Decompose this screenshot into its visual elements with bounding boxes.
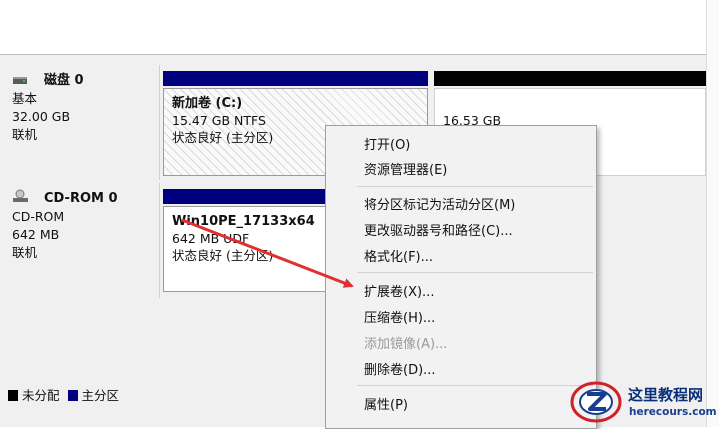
legend-swatch-unallocated xyxy=(8,390,18,401)
cdrom-0-info[interactable]: CD-ROM 0 CD-ROM 642 MB 联机 xyxy=(0,183,160,298)
menu-item-format[interactable]: 格式化(F)... xyxy=(364,246,433,265)
legend-swatch-primary xyxy=(67,390,78,401)
volume-list-pane[interactable] xyxy=(0,0,706,55)
disk-type: 基本 xyxy=(12,91,38,106)
menu-item-add-mirror: 添加镜像(A)... xyxy=(364,337,448,352)
watermark-name: 这里教程网 xyxy=(628,386,704,404)
partition-name: 新加卷 (C:) xyxy=(172,96,243,111)
menu-separator xyxy=(357,186,593,187)
menu-item-extend-volume[interactable]: 扩展卷(X)... xyxy=(364,281,434,300)
menu-separator xyxy=(357,272,593,273)
cdrom-icon xyxy=(12,189,34,208)
primary-partition-bar xyxy=(163,189,328,204)
disk-status: 联机 xyxy=(12,245,38,260)
partition-name: Win10PE_17133x64 xyxy=(172,214,315,229)
disk-status: 联机 xyxy=(12,127,38,142)
disk-type: CD-ROM xyxy=(12,209,65,224)
menu-item-explorer[interactable]: 资源管理器(E) xyxy=(364,159,447,178)
disk-name: 磁盘 0 xyxy=(43,73,84,88)
menu-item-open[interactable]: 打开(O) xyxy=(364,134,410,153)
legend-label: 主分区 xyxy=(81,388,120,403)
unallocated-bar xyxy=(434,71,706,86)
context-menu: 打开(O) 资源管理器(E) 将分区标记为活动分区(M) 更改驱动器号和路径(C… xyxy=(325,125,597,429)
disk-name: CD-ROM 0 xyxy=(43,191,118,206)
partition-cdrom[interactable]: Win10PE_17133x64 642 MB UDF 状态良好 (主分区) xyxy=(163,206,328,292)
menu-item-change-drive-letter[interactable]: 更改驱动器号和路径(C)... xyxy=(364,220,513,239)
partition-size: 642 MB UDF xyxy=(172,231,250,246)
menu-item-delete-volume[interactable]: 删除卷(D)... xyxy=(364,359,436,378)
partition-status: 状态良好 (主分区) xyxy=(172,248,274,263)
menu-item-mark-active[interactable]: 将分区标记为活动分区(M) xyxy=(364,194,515,213)
menu-item-properties[interactable]: 属性(P) xyxy=(364,394,408,413)
vertical-scrollbar[interactable] xyxy=(706,0,719,427)
primary-partition-bar xyxy=(163,71,428,86)
disk-size: 642 MB xyxy=(12,227,60,242)
watermark-url: herecours.com xyxy=(629,406,717,418)
disk-size: 32.00 GB xyxy=(12,109,71,124)
legend-label: 未分配 xyxy=(22,388,60,403)
hard-disk-icon xyxy=(12,72,34,90)
disk-0-info[interactable]: 磁盘 0 基本 32.00 GB 联机 xyxy=(0,65,160,180)
legend: 未分配 主分区 xyxy=(8,385,119,404)
menu-separator xyxy=(357,385,593,386)
menu-item-shrink-volume[interactable]: 压缩卷(H)... xyxy=(364,307,435,326)
